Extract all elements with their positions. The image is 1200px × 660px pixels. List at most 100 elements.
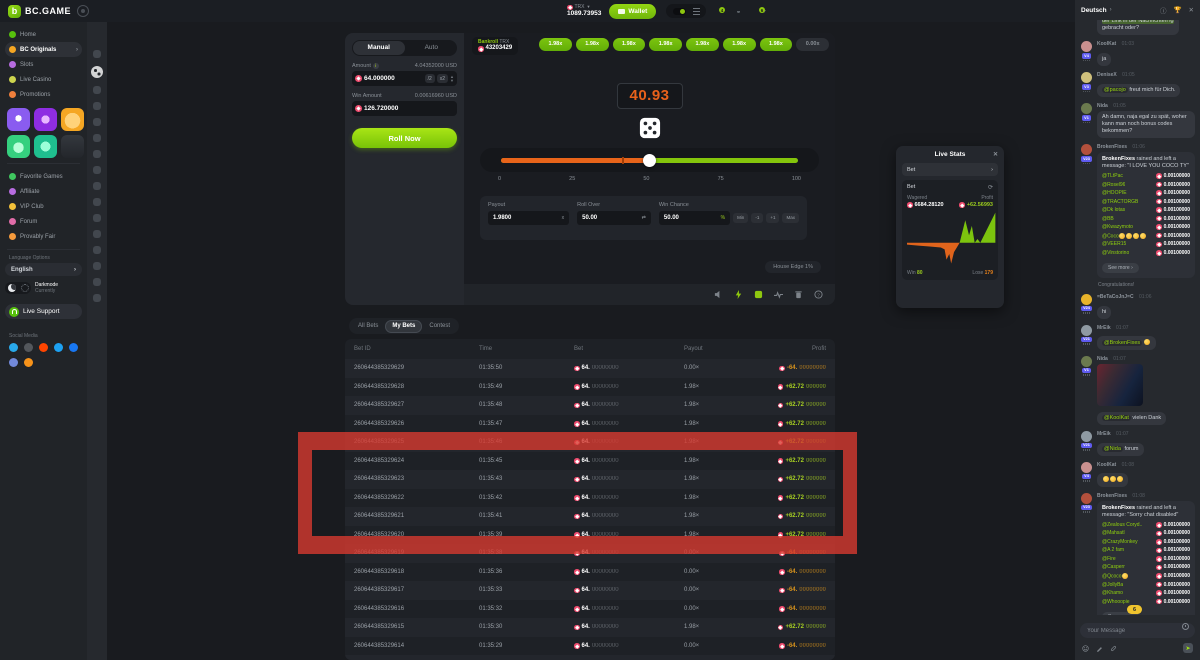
avatar[interactable] xyxy=(1081,356,1092,367)
rail-game-icon[interactable] xyxy=(93,262,101,270)
stats-icon[interactable] xyxy=(774,290,783,299)
chat-image[interactable] xyxy=(1097,364,1143,406)
game-tile-bag[interactable] xyxy=(61,108,84,131)
rail-game-icon[interactable] xyxy=(93,50,101,58)
rail-game-icon[interactable] xyxy=(93,214,101,222)
twitter-icon[interactable] xyxy=(54,343,63,352)
rail-game-icon[interactable] xyxy=(93,86,101,94)
sidebar-item-promotions[interactable]: Promotions xyxy=(5,87,82,102)
send-icon[interactable]: ➤ xyxy=(1183,643,1193,653)
message-bubble[interactable]: @pacojo freut mich für Dich. xyxy=(1097,84,1180,97)
sidebar-item-forum[interactable]: Forum xyxy=(5,214,82,229)
sidebar-item-slots[interactable]: Slots xyxy=(5,57,82,72)
result-pill[interactable]: 1.98x xyxy=(576,38,609,51)
table-row[interactable]: 26064438532961301:35:2864.000000000.00×-… xyxy=(345,655,835,660)
rail-game-icon[interactable] xyxy=(93,278,101,286)
rail-game-icon[interactable] xyxy=(93,134,101,142)
display-toggle[interactable] xyxy=(666,4,706,18)
slider-handle[interactable] xyxy=(643,154,656,167)
win-amount-input[interactable]: 126.720000 xyxy=(352,101,457,116)
avatar[interactable] xyxy=(1081,325,1092,336)
avatar[interactable] xyxy=(1081,41,1092,52)
close-chat-icon[interactable]: ✕ xyxy=(1189,6,1194,14)
collapse-icon[interactable] xyxy=(77,5,89,17)
half-button[interactable]: /2 xyxy=(425,74,435,83)
double-button[interactable]: x2 xyxy=(437,74,448,83)
table-row[interactable]: 26064438532961401:35:2964.000000000.00×-… xyxy=(345,637,835,656)
avatar[interactable] xyxy=(1081,462,1092,473)
result-pill-loss[interactable]: 0.00x xyxy=(796,38,829,51)
history-icon[interactable] xyxy=(1182,623,1189,630)
live-support-button[interactable]: Live Support xyxy=(5,304,82,319)
reddit-icon[interactable] xyxy=(39,343,48,352)
trash-icon[interactable] xyxy=(794,290,803,299)
table-row[interactable]: 26064438532961801:35:3664.000000000.00×-… xyxy=(345,563,835,582)
table-row[interactable]: 26064438532962901:35:5064.000000000.00×-… xyxy=(345,359,835,378)
avatar[interactable] xyxy=(1081,493,1092,504)
game-tile-gem[interactable] xyxy=(34,135,57,158)
facebook-icon[interactable] xyxy=(69,343,78,352)
info-icon[interactable]: i xyxy=(373,63,379,69)
rail-game-icon[interactable] xyxy=(93,230,101,238)
plus-one-button[interactable]: +1 xyxy=(766,213,779,224)
bitcointalk-icon[interactable] xyxy=(24,358,33,367)
result-pill[interactable]: 1.98x xyxy=(723,38,756,51)
see-more-button[interactable]: See more › xyxy=(1102,263,1139,273)
result-pill[interactable]: 1.98x xyxy=(613,38,646,51)
result-pill[interactable]: 1.98x xyxy=(760,38,793,51)
table-row[interactable]: 26064438532962701:35:4864.000000001.98×+… xyxy=(345,396,835,415)
sound-icon[interactable] xyxy=(714,290,723,299)
minus-one-button[interactable]: -1 xyxy=(751,213,763,224)
swap-icon[interactable]: ⇄ xyxy=(642,215,646,221)
sidebar-item-affiliate[interactable]: Affiliate xyxy=(5,184,82,199)
sidebar-item-vip-club[interactable]: VIP Club xyxy=(5,199,82,214)
roll-now-button[interactable]: Roll Now xyxy=(352,128,457,148)
amount-input[interactable]: 64.000000 /2 x2 ▲▼ xyxy=(352,71,457,86)
sidebar-item-live-casino[interactable]: Live Casino xyxy=(5,72,82,87)
message-bubble[interactable]: ja xyxy=(1097,53,1111,66)
rail-game-icon[interactable] xyxy=(93,102,101,110)
turbo-icon[interactable] xyxy=(734,290,743,299)
result-pill[interactable]: 1.98x xyxy=(649,38,682,51)
avatar[interactable] xyxy=(1081,103,1092,114)
roll-over-input[interactable]: 50.00 ⇄ xyxy=(577,211,651,225)
max-button[interactable]: Max xyxy=(782,213,799,224)
rail-game-icon[interactable] xyxy=(93,166,101,174)
tab-contest[interactable]: Contest xyxy=(422,320,457,333)
message-bubble[interactable]: @BrokenFixes xyxy=(1097,336,1156,349)
game-tile-flower[interactable] xyxy=(34,108,57,131)
emoji-icon[interactable] xyxy=(1082,645,1089,652)
coin-community-icon[interactable] xyxy=(24,343,33,352)
sidebar-item-provably-fair[interactable]: Provably Fair xyxy=(5,229,82,244)
chat-message-input[interactable] xyxy=(1080,623,1195,638)
telegram-icon[interactable] xyxy=(9,343,18,352)
sidebar-item-bc-originals[interactable]: BC Originals › xyxy=(5,42,82,57)
roll-slider[interactable] xyxy=(480,148,819,172)
table-row[interactable]: 26064438532961501:35:3064.000000001.98×+… xyxy=(345,618,835,637)
win-chance-input[interactable]: 50.00 % xyxy=(659,211,730,225)
message-bubble[interactable]: @KoolKat vielen Dank xyxy=(1097,412,1166,425)
balance-dropdown[interactable]: TRX ▼ 1089.73953 xyxy=(567,5,601,18)
rail-game-icon[interactable] xyxy=(93,246,101,254)
game-tile-more[interactable] xyxy=(61,135,84,158)
wallet-button[interactable]: Wallet xyxy=(609,4,656,19)
sidebar-item-home[interactable]: Home xyxy=(5,27,82,42)
avatar[interactable] xyxy=(1081,72,1092,83)
attachment-icon[interactable] xyxy=(1110,645,1117,652)
slider-track[interactable] xyxy=(501,158,798,163)
close-icon[interactable]: ✕ xyxy=(993,151,998,158)
game-tile-wheel[interactable] xyxy=(7,108,30,131)
sidebar-item-favorite-games[interactable]: Favorite Games xyxy=(5,169,82,184)
language-select[interactable]: English › xyxy=(5,263,82,276)
table-row[interactable]: 26064438532962801:35:4964.000000001.98×+… xyxy=(345,378,835,397)
betslip-icon[interactable] xyxy=(754,290,763,299)
table-row[interactable]: 26064438532961601:35:3264.000000000.00×-… xyxy=(345,600,835,619)
rail-dice-icon-active[interactable] xyxy=(91,66,103,78)
discord-icon[interactable] xyxy=(9,358,18,367)
avatar[interactable] xyxy=(1081,294,1092,305)
rail-game-icon[interactable] xyxy=(93,118,101,126)
rail-game-icon[interactable] xyxy=(93,150,101,158)
avatar[interactable] xyxy=(1081,431,1092,442)
message-bubble[interactable]: Ah damn, naja egal zu spät, woher kann m… xyxy=(1097,111,1195,138)
message-bubble[interactable]: hi xyxy=(1097,306,1111,319)
